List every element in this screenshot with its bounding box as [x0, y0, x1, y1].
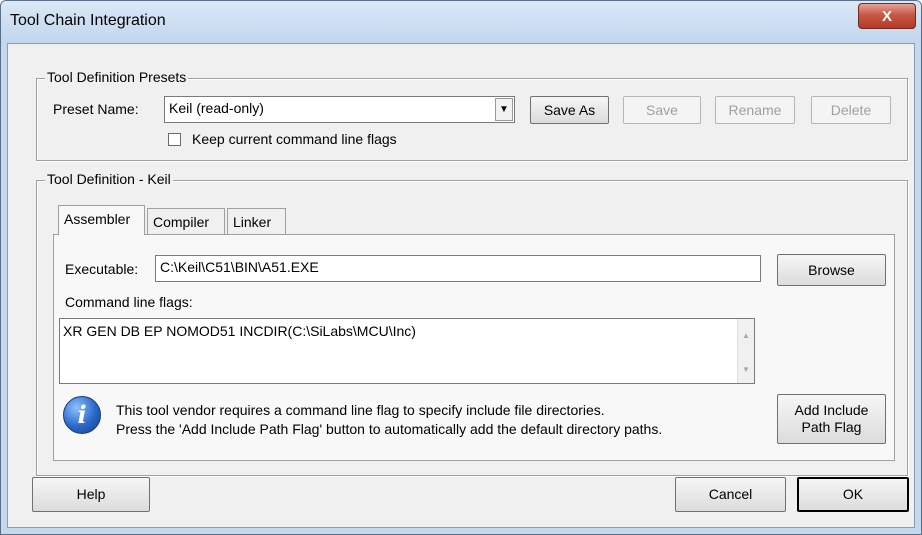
tab-linker[interactable]: Linker — [227, 208, 286, 235]
flags-scrollbar[interactable]: ▲ ▼ — [737, 319, 754, 383]
assembler-panel: Executable: C:\Keil\C51\BIN\A51.EXE Brow… — [53, 234, 895, 461]
command-line-flags-value: XR GEN DB EP NOMOD51 INCDIR(C:\SiLabs\MC… — [63, 323, 416, 339]
ok-button[interactable]: OK — [797, 477, 909, 512]
close-button[interactable]: X — [858, 3, 916, 29]
executable-input[interactable]: C:\Keil\C51\BIN\A51.EXE — [155, 255, 761, 282]
title-bar[interactable]: Tool Chain Integration X — [1, 1, 921, 43]
keep-flags-label[interactable]: Keep current command line flags — [192, 131, 397, 147]
presets-group: Tool Definition Presets Preset Name: Kei… — [36, 69, 908, 161]
preset-name-value: Keil (read-only) — [169, 100, 264, 116]
rename-button[interactable]: Rename — [715, 96, 795, 124]
dialog-body: Tool Definition Presets Preset Name: Kei… — [7, 43, 915, 528]
add-include-path-flag-button[interactable]: Add Include Path Flag — [777, 394, 886, 444]
keep-flags-checkbox[interactable] — [168, 133, 181, 146]
tab-assembler[interactable]: Assembler — [58, 205, 145, 235]
delete-button[interactable]: Delete — [811, 96, 891, 124]
presets-legend: Tool Definition Presets — [45, 69, 189, 85]
tool-definition-group: Tool Definition - Keil Assembler Compile… — [36, 171, 908, 476]
save-button[interactable]: Save — [623, 96, 701, 124]
save-as-button[interactable]: Save As — [530, 96, 609, 124]
tool-chain-dialog: Tool Chain Integration X Tool Definition… — [0, 0, 922, 535]
info-text-line1: This tool vendor requires a command line… — [116, 402, 605, 418]
scroll-down-icon[interactable]: ▼ — [738, 365, 754, 374]
preset-name-label: Preset Name: — [53, 101, 139, 117]
scroll-up-icon[interactable]: ▲ — [738, 331, 754, 340]
command-line-flags-input[interactable]: XR GEN DB EP NOMOD51 INCDIR(C:\SiLabs\MC… — [59, 318, 755, 384]
info-text-line2: Press the 'Add Include Path Flag' button… — [116, 421, 663, 437]
browse-button[interactable]: Browse — [777, 254, 886, 286]
executable-label: Executable: — [65, 261, 139, 277]
cancel-button[interactable]: Cancel — [675, 477, 786, 512]
help-button[interactable]: Help — [32, 477, 150, 512]
tool-definition-legend: Tool Definition - Keil — [45, 171, 173, 187]
window-title: Tool Chain Integration — [10, 12, 166, 29]
tab-compiler[interactable]: Compiler — [147, 208, 225, 235]
info-icon: i — [63, 396, 101, 434]
command-line-flags-label: Command line flags: — [65, 294, 193, 310]
preset-name-select[interactable]: Keil (read-only) ▼ — [164, 96, 515, 123]
chevron-down-icon[interactable]: ▼ — [495, 98, 513, 121]
